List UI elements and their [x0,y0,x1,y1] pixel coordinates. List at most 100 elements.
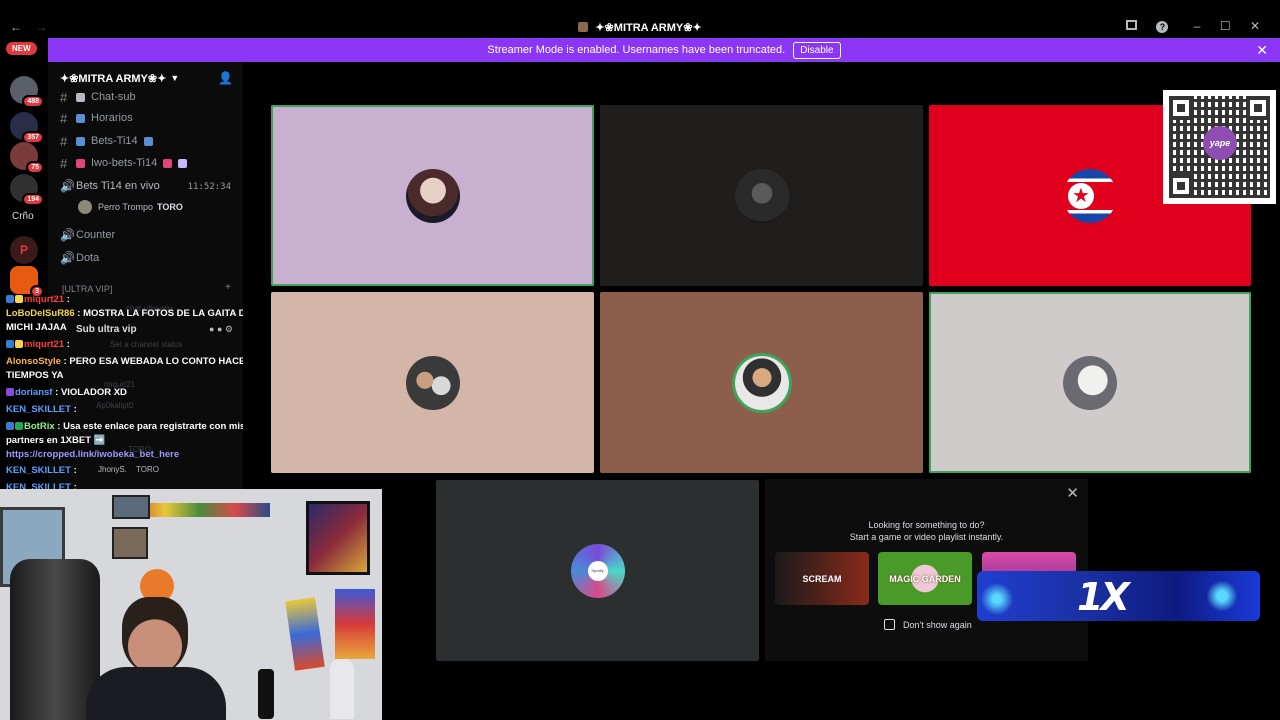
glow-shape [1207,575,1237,617]
emoji-icon [143,136,153,146]
qr-finder [1169,96,1193,120]
calendar-icon [76,113,85,123]
help-icon[interactable]: ? [1156,21,1169,33]
server-icon-6[interactable]: 3 [10,266,44,298]
voice-channel-dota[interactable]: 🔊 Dota [60,249,99,267]
voice-channel-live[interactable]: 🔊 Bets Ti14 en vivo [60,177,160,195]
participant-avatar [405,355,460,410]
glow-shape [977,581,1017,617]
badge-icon [15,295,23,303]
mention-badge: 194 [22,193,44,206]
disable-streamer-mode-button[interactable]: Disable [793,41,841,59]
qr-finder [1169,174,1193,198]
server-icon-5[interactable]: P [10,236,38,264]
participant-avatar [734,168,789,223]
badge-icon [6,422,14,430]
poster [335,589,375,659]
popup-heading: Looking for something to do? Start a gam… [765,519,1088,543]
channel-horarios[interactable]: # Horarios [60,109,133,127]
bottle [330,659,354,719]
chat-link[interactable]: https://cropped.link/iwobeka_bet_here [6,448,179,462]
chat-line: MICHI JAJAA [6,322,67,333]
window-controls: ? – ☐ ✕ [1110,19,1260,33]
poster [285,597,325,671]
chat-line: partners en 1XBET ➡️ [6,435,106,446]
participant-avatar [734,355,789,410]
vinyl-avatar: Spotify [570,543,625,598]
voice-member-tag: TORO [136,465,159,474]
new-badge[interactable]: NEW [6,42,37,55]
maximize-icon[interactable]: ☐ [1220,19,1231,33]
voice-channel-sub-ultra-vip[interactable]: Sub ultra vip [76,324,137,335]
server-icon-1[interactable]: 488 [10,76,44,108]
participant-tile[interactable] [929,292,1251,473]
chat-line: doriansf : VIOLADOR XD [6,386,127,400]
badge-icon [6,295,14,303]
checkbox[interactable] [884,619,895,630]
server-icon-3[interactable]: 75 [10,142,44,174]
streamer-mode-banner: Streamer Mode is enabled. Usernames have… [48,38,1280,62]
chat-line: KEN_SKILLET : [6,465,77,476]
add-channel-icon[interactable]: + [225,282,231,293]
participant-avatar [405,168,460,223]
invite-people-icon[interactable]: 👤 [218,71,233,85]
poster [306,501,370,575]
banner-close-icon[interactable]: ✕ [1256,42,1268,59]
chevron-down-icon: ▼ [170,73,180,83]
voice-member[interactable]: Perro Trompo TORO ⊘ ⊘ [78,200,272,214]
mention-badge: 488 [22,95,44,108]
activity-suggestion-popup: ✕ Looking for something to do? Start a g… [765,479,1088,661]
minimize-icon[interactable]: – [1194,19,1201,33]
server-icon-2[interactable]: 357 [10,112,44,144]
qr-pattern: yape [1169,96,1270,198]
vinyl-label: Spotify [587,560,608,581]
chat-line: AlonsoStyle : PERO ESA WEBADA LO CONTO H… [6,356,246,367]
server-icon-4[interactable]: 194 [10,174,44,206]
channel-settings-icon[interactable]: ● ● ⚙ [209,324,233,335]
banner-text: Streamer Mode is enabled. Usernames have… [487,44,786,56]
avatar [78,200,92,214]
emoji-icon [76,136,85,146]
close-icon[interactable]: ✕ [1250,19,1260,33]
emoji-icon [163,158,173,168]
dont-show-again-checkbox[interactable]: Don't show again [884,619,972,630]
participant-tile[interactable] [271,292,594,473]
call-timer: 11:52:34 [187,182,231,192]
voice-channel-counter[interactable]: 🔊 Counter [60,226,115,244]
channel-iwo-bets-ti14[interactable]: # Iwo-bets-Ti14 [60,154,193,172]
wall-shelf [130,503,270,517]
channel-status[interactable]: Set a channel status [110,340,183,349]
inbox-icon[interactable] [1126,20,1138,30]
yape-qr-code: yape [1163,90,1276,204]
participant-tile[interactable]: Spotify [436,480,759,661]
member-tag: TORO [157,202,183,212]
server-text-icon[interactable]: Crño [12,211,34,222]
channel-chat-sub[interactable]: # Chat-sub [60,88,136,106]
voice-member[interactable]: JhonyS. [98,465,127,474]
chat-line: TIEMPOS YA [6,370,64,381]
participant-tile[interactable] [271,105,594,286]
popup-title: Looking for something to do? [868,520,985,530]
title-bar: ← → ✦❀MITRA ARMY❀✦ ? – ☐ ✕ [0,0,1280,38]
chat-line: miqurt21 : [6,293,70,307]
close-icon[interactable]: ✕ [1066,484,1079,502]
checkbox-label: Don't show again [903,619,972,630]
channel-bets-ti14[interactable]: # Bets-Ti14 [60,132,159,150]
participant-avatar: ★ [1063,168,1117,223]
window-title: ✦❀MITRA ARMY❀✦ [0,21,1280,34]
participant-tile[interactable] [600,292,923,473]
speaker-icon: 🔊 [60,228,75,242]
voice-member[interactable]: Ap0kalipt0 [96,401,133,410]
mention-badge: 75 [26,161,44,174]
speaker-icon: 🔊 [60,251,75,265]
member-name: Perro Trompo [98,202,154,212]
streamer-webcam [0,489,382,720]
emoji-icon [178,158,188,168]
activity-card-scream[interactable]: SCREAM [775,552,869,605]
participant-tile[interactable] [600,105,923,286]
emoji-icon [76,158,85,168]
microphone [258,669,274,719]
activity-card-magic-garden[interactable]: MAGIC GARDEN [878,552,972,605]
badge-icon [6,388,14,396]
hash-icon: # [60,89,68,105]
